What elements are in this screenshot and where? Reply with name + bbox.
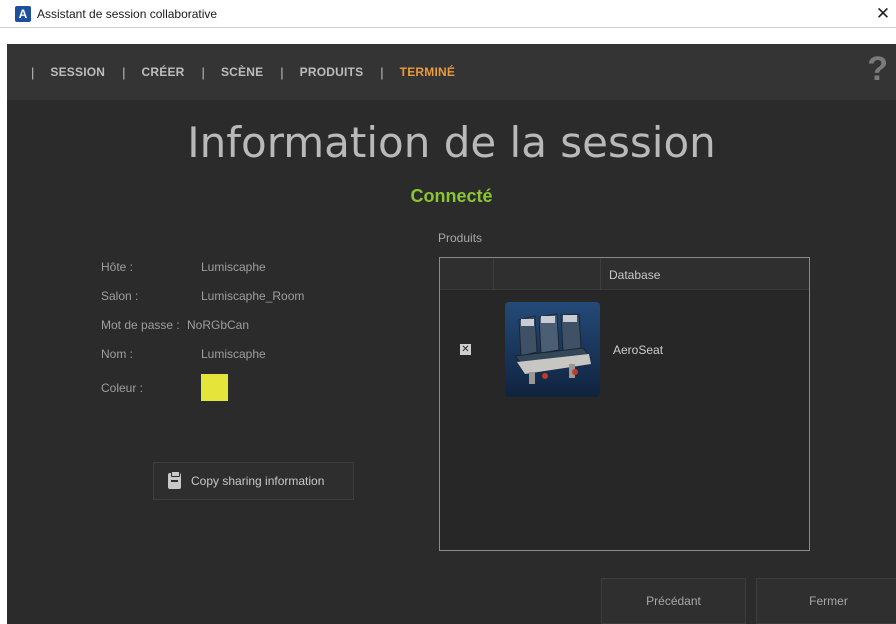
step-separator: | (122, 64, 126, 80)
window-titlebar: A Assistant de session collaborative ✕ (0, 0, 896, 28)
room-value: Lumiscaphe_Room (201, 289, 305, 303)
step-separator: | (280, 64, 284, 80)
step-session[interactable]: SESSION (50, 65, 105, 79)
step-creer[interactable]: CRÉER (142, 65, 185, 79)
password-label: Mot de passe : (101, 318, 180, 332)
connection-status: Connecté (410, 186, 493, 206)
step-scene[interactable]: SCÈNE (221, 65, 263, 79)
copy-button-label: Copy sharing information (191, 474, 325, 488)
previous-button[interactable]: Précédant (601, 578, 746, 624)
step-separator: | (380, 64, 384, 80)
user-color-swatch[interactable] (201, 374, 228, 401)
clipboard-icon (168, 471, 181, 489)
color-label: Coleur : (101, 381, 144, 395)
host-value: Lumiscaphe (201, 260, 266, 274)
wizard-window: | SESSION | CRÉER | SCÈNE | PRODUITS | T… (7, 44, 896, 624)
products-table: Database ✕ AeroSeat (439, 257, 810, 551)
window-title: Assistant de session collaborative (37, 6, 218, 21)
step-separator: | (201, 64, 205, 80)
aircraft-seat-icon (505, 302, 600, 397)
close-window-button[interactable]: ✕ (870, 0, 896, 28)
wizard-steps-nav: | SESSION | CRÉER | SCÈNE | PRODUITS | T… (7, 44, 896, 100)
host-label: Hôte : (101, 260, 134, 274)
help-icon[interactable]: ? (867, 50, 888, 89)
room-label: Salon : (101, 289, 139, 303)
step-separator: | (31, 64, 35, 80)
column-header-check[interactable] (440, 258, 494, 290)
copy-sharing-info-button[interactable]: Copy sharing information (153, 462, 354, 500)
product-name[interactable]: AeroSeat (613, 343, 663, 357)
products-table-header: Database (440, 258, 809, 290)
close-button[interactable]: Fermer (756, 578, 896, 624)
step-termine[interactable]: TERMINÉ (400, 65, 455, 79)
app-logo-icon: A (15, 5, 31, 22)
name-value: Lumiscaphe (201, 347, 266, 361)
name-label: Nom : (101, 347, 134, 361)
products-label: Produits (438, 231, 483, 245)
column-header-database[interactable]: Database (609, 268, 660, 282)
page-title: Information de la session (187, 118, 716, 167)
password-value: NoRGbCan (187, 318, 250, 332)
column-header-thumbnail[interactable] (494, 258, 601, 290)
step-produits[interactable]: PRODUITS (300, 65, 364, 79)
aircraft-seat-thumbnail (505, 302, 600, 397)
product-checkbox[interactable]: ✕ (460, 344, 471, 355)
